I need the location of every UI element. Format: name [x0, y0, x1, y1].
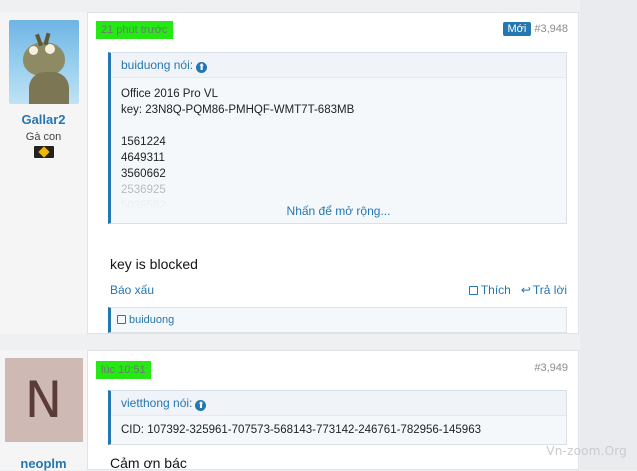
user-title: Gà con [25, 131, 62, 143]
like-button[interactable]: Thích [468, 283, 511, 297]
thumbs-up-icon [468, 286, 478, 295]
quote-line: key: 23N8Q-PQM86-PMHQF-WMT7T-683MB [121, 104, 355, 116]
quote-line: 2536925 [121, 184, 166, 196]
post-number[interactable]: #3,949 [534, 362, 568, 374]
username[interactable]: Gallar2 [0, 112, 87, 127]
quote-line: 4649311 [121, 152, 165, 164]
expand-quote-link[interactable]: Nhấn để mở rộng... [111, 199, 566, 223]
quote-author[interactable]: vietthong nói: [121, 396, 192, 410]
post-content: 21 phút trước Mới #3,948 buiduong nói: ⬆ … [88, 12, 579, 334]
post-author-panel: Gallar2 Gà con [0, 12, 88, 334]
post-meta: Mới #3,948 [502, 22, 568, 36]
quote-header[interactable]: buiduong nói: ⬆ [111, 53, 566, 78]
quote-body: CID: 107392-325961-707573-568143-773142-… [111, 416, 566, 446]
post-author-panel: N neoplm [0, 350, 88, 471]
post-time[interactable]: lúc 10:51 [96, 361, 151, 379]
user-avatar[interactable] [8, 20, 79, 104]
user-avatar[interactable]: N [4, 358, 83, 442]
post-message: key is blocked [110, 256, 198, 272]
reaction-user[interactable]: buiduong [129, 314, 174, 326]
quote-line [121, 118, 556, 134]
watermark: Vn-zoom.Org [546, 444, 627, 458]
jump-to-quote-icon[interactable]: ⬆ [195, 400, 207, 411]
post-message: Cảm ơn bác [110, 455, 187, 471]
reply-arrow-icon: ↩ [520, 283, 531, 297]
post-actions: Báo xấu Thích ↩ Trả lời [110, 283, 567, 297]
username[interactable]: neoplm [0, 456, 87, 471]
reply-button[interactable]: ↩ Trả lời [521, 283, 567, 297]
new-badge: Mới [502, 22, 532, 36]
reactions-bar[interactable]: buiduong [108, 307, 567, 333]
quote-line: CID: 107392-325961-707573-568143-773142-… [121, 424, 481, 436]
quote-line: 3560662 [121, 168, 166, 180]
post-number[interactable]: #3,948 [534, 23, 568, 35]
quote-block: vietthong nói: ⬆ CID: 107392-325961-70757… [108, 390, 567, 445]
quote-header[interactable]: vietthong nói: ⬆ [111, 391, 566, 416]
right-rail [580, 0, 637, 470]
thumbs-up-icon [117, 315, 126, 324]
rank-badge-icon [33, 146, 54, 158]
post-content: lúc 10:51 #3,949 vietthong nói: ⬆ CID: 10… [88, 350, 579, 471]
quote-line: Office 2016 Pro VL [121, 88, 218, 100]
jump-to-quote-icon[interactable]: ⬆ [196, 62, 208, 73]
quote-line: 1561224 [121, 136, 166, 148]
report-link[interactable]: Báo xấu [110, 283, 154, 297]
quote-block: buiduong nói: ⬆ Office 2016 Pro VL key: 2… [108, 52, 567, 224]
post-meta: #3,949 [534, 362, 568, 374]
quote-author[interactable]: buiduong nói: [121, 58, 193, 72]
post-time[interactable]: 21 phút trước [96, 21, 173, 39]
